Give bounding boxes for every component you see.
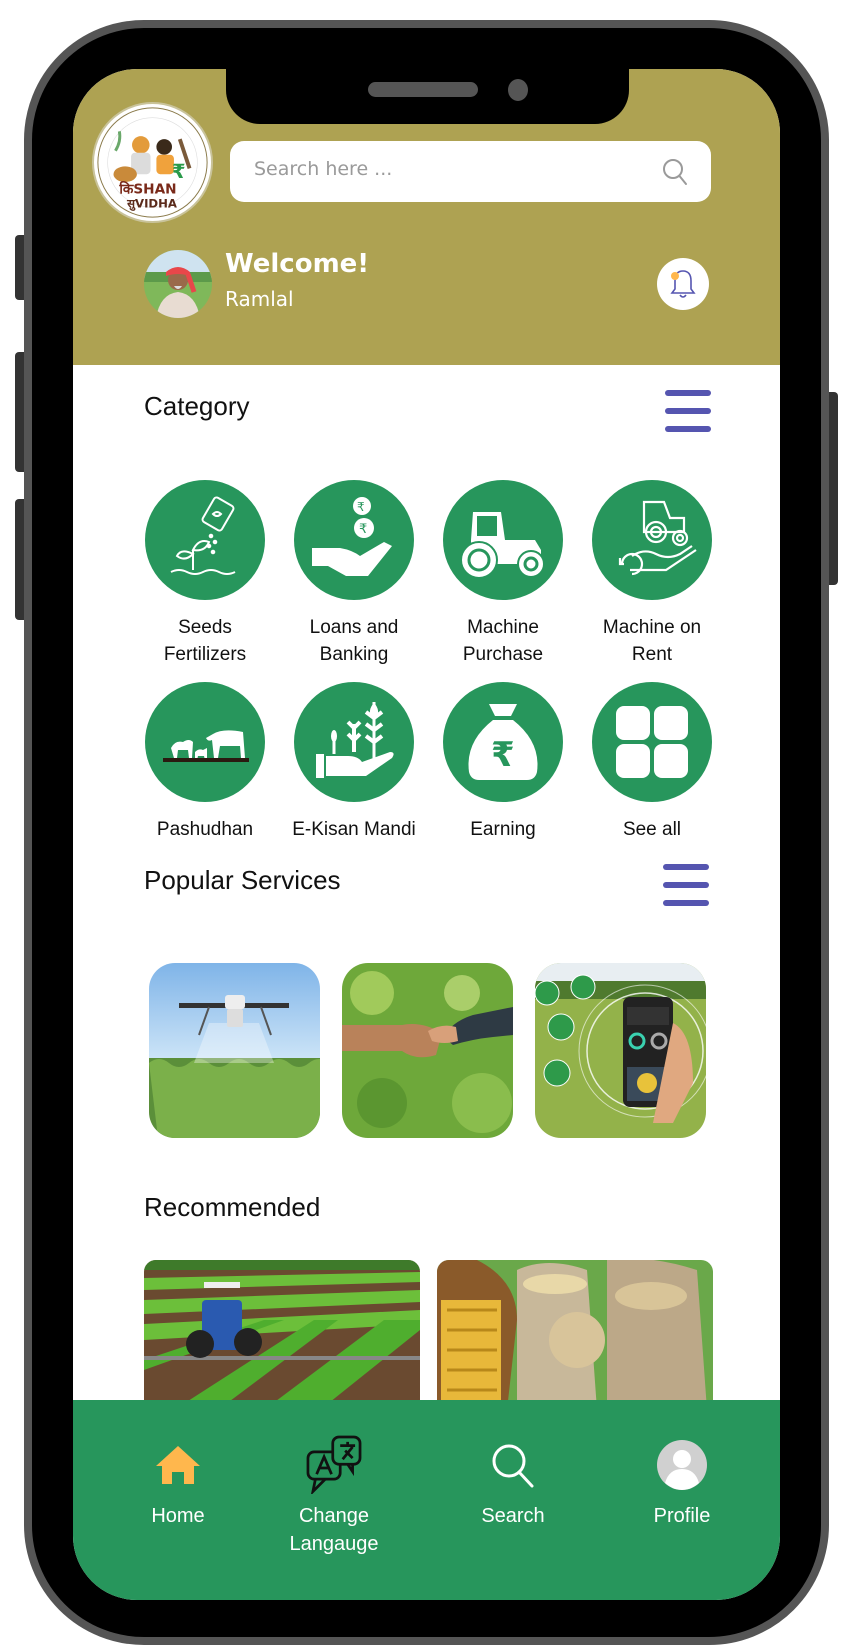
svg-text:सुVIDHA: सुVIDHA	[126, 196, 177, 211]
category-item-seeds-fertilizers[interactable]: Seeds Fertilizers	[130, 480, 280, 668]
smart-farming-image	[535, 963, 706, 1138]
user-avatar[interactable]	[144, 250, 212, 318]
profile-icon	[657, 1440, 707, 1490]
service-card-drone[interactable]	[149, 963, 320, 1138]
nav-label: Change Langauge	[289, 1505, 379, 1555]
notification-button[interactable]	[657, 258, 709, 310]
recommended-card-tractor[interactable]	[144, 1260, 420, 1410]
camera	[508, 79, 528, 101]
home-icon	[156, 1446, 200, 1484]
header: ₹ किSHAN सुVIDHA Search here ... Welcome…	[73, 69, 780, 365]
svg-text:₹: ₹	[359, 522, 367, 537]
svg-text:₹: ₹	[491, 735, 515, 775]
category-item-see-all[interactable]: See all	[577, 682, 727, 843]
bell-icon	[670, 270, 696, 298]
hand-coins-icon: ₹ ₹	[312, 497, 392, 576]
app-screen: ₹ किSHAN सुVIDHA Search here ... Welcome…	[73, 69, 780, 1600]
category-label: Loans and Banking	[309, 617, 399, 665]
nav-label: Search	[481, 1505, 545, 1527]
category-item-loans-banking[interactable]: ₹ ₹ Loans and Banking	[279, 480, 429, 668]
user-name: Ramlal	[225, 287, 294, 311]
search-icon[interactable]	[661, 157, 689, 187]
tractor-icon	[460, 512, 545, 579]
service-card-smart-farming[interactable]	[535, 963, 706, 1138]
money-bag-icon: ₹	[468, 704, 538, 780]
nav-label: Home	[151, 1505, 205, 1527]
translate-icon	[306, 1435, 362, 1494]
category-label: Pashudhan	[156, 819, 254, 840]
app-logo: ₹ किSHAN सुVIDHA	[94, 104, 211, 221]
category-item-e-kisan-mandi[interactable]: E-Kisan Mandi	[279, 682, 429, 843]
popular-services-menu-icon[interactable]	[663, 864, 709, 906]
category-label: Machine on Rent	[602, 617, 702, 665]
phone-notch	[226, 69, 629, 124]
svg-text:₹: ₹	[172, 160, 186, 183]
category-label: See all	[622, 819, 682, 840]
recommended-title: Recommended	[144, 1192, 321, 1222]
crop-spraying-drone-image	[149, 963, 320, 1138]
category-item-machine-purchase[interactable]: Machine Purchase	[428, 480, 578, 668]
service-card-handshake[interactable]	[342, 963, 513, 1138]
nav-label: Profile	[653, 1505, 711, 1527]
category-label: E-Kisan Mandi	[292, 819, 416, 840]
popular-services-title: Popular Services	[144, 865, 341, 895]
welcome-title: Welcome!	[225, 249, 370, 279]
tractor-rent-icon	[618, 500, 697, 576]
handshake-image	[342, 963, 513, 1138]
plant-hand-icon	[316, 702, 394, 778]
svg-text:₹: ₹	[357, 500, 365, 514]
category-label: Seeds Fertilizers	[163, 617, 247, 665]
category-menu-icon[interactable]	[665, 390, 711, 432]
search-icon	[492, 1444, 534, 1488]
bottom-navigation: Home Change Langauge Search Profile	[73, 1400, 780, 1600]
search-placeholder: Search here ...	[254, 158, 393, 180]
category-title: Category	[144, 391, 250, 421]
svg-text:किSHAN: किSHAN	[118, 181, 176, 198]
seed-sowing-icon	[170, 496, 236, 575]
category-item-pashudhan[interactable]: Pashudhan	[130, 682, 280, 843]
grain-sacks-image	[437, 1260, 713, 1410]
category-label: Earning	[470, 819, 536, 840]
tractor-in-field-image	[144, 1260, 420, 1410]
search-input[interactable]: Search here ...	[230, 141, 711, 202]
category-item-earning[interactable]: ₹ Earning	[428, 682, 578, 843]
category-item-machine-on-rent[interactable]: Machine on Rent	[577, 480, 727, 668]
livestock-icon	[163, 730, 249, 762]
category-label: Machine Purchase	[462, 617, 544, 665]
speaker	[368, 82, 478, 97]
recommended-card-grains[interactable]	[437, 1260, 713, 1410]
grid-icon	[616, 706, 688, 778]
